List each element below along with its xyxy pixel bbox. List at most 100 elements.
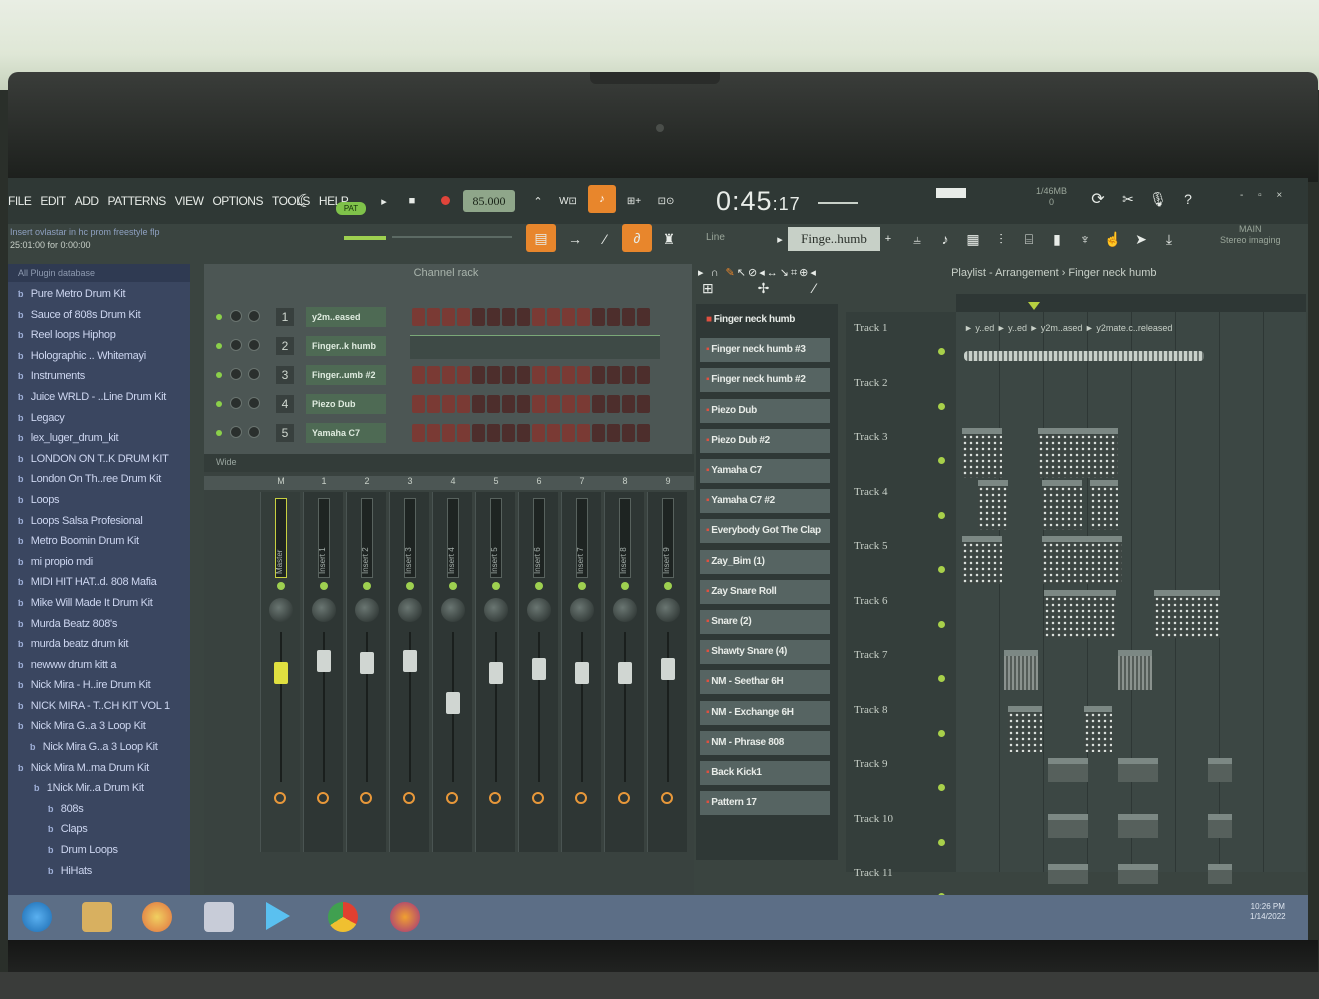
step-button[interactable] (532, 395, 545, 413)
track-mute-led[interactable] (938, 348, 945, 355)
menu-item-add[interactable]: ADD (75, 194, 99, 208)
track-enable-led[interactable] (406, 582, 414, 590)
track-enable-led[interactable] (449, 582, 457, 590)
step-button[interactable] (547, 308, 560, 326)
step-button[interactable] (547, 424, 560, 442)
menu-item-edit[interactable]: EDIT (40, 194, 66, 208)
step-button[interactable] (547, 395, 560, 413)
playhead-marker[interactable] (1028, 302, 1040, 310)
browser-item[interactable]: ƅ Metro Boomin Drum Kit (18, 531, 190, 552)
pattern-mode-icon[interactable]: ▤ (526, 224, 556, 252)
step-button[interactable] (487, 308, 500, 326)
browser-item[interactable]: ƅ Loops Salsa Profesional (18, 511, 190, 532)
mixer-track[interactable]: 5 Insert 5 (475, 476, 515, 852)
pattern-item[interactable]: ▪ NM - Phrase 808 (700, 730, 830, 755)
ie-icon[interactable] (22, 902, 52, 932)
browser-item[interactable]: ƅ Nick Mira M..ma Drum Kit (18, 758, 190, 779)
step-button[interactable] (442, 424, 455, 442)
channel-pan-knob[interactable] (230, 339, 242, 351)
mixer-track[interactable]: 9 Insert 9 (647, 476, 687, 852)
mixer-track[interactable]: 1 Insert 1 (303, 476, 343, 852)
pan-knob[interactable] (656, 598, 680, 622)
channel-row[interactable]: 1 y2m..eased (204, 304, 692, 333)
pattern-clip[interactable] (1154, 590, 1220, 638)
fx-send-icon[interactable] (661, 792, 673, 804)
step-button[interactable] (577, 308, 590, 326)
step-button[interactable] (502, 395, 515, 413)
step-button[interactable] (457, 395, 470, 413)
step-button[interactable] (517, 424, 530, 442)
track-enable-led[interactable] (664, 582, 672, 590)
pattern-clip[interactable] (1118, 864, 1158, 884)
step-edit-icon[interactable]: ⊞+ (622, 190, 646, 212)
volume-fader[interactable] (446, 692, 460, 714)
pan-knob[interactable] (570, 598, 594, 622)
browser-item[interactable]: ƅ Drum Loops (18, 840, 190, 861)
step-button[interactable] (622, 308, 635, 326)
pan-knob[interactable] (312, 598, 336, 622)
channel-name-button[interactable]: Finger..umb #2 (306, 365, 386, 385)
track-label[interactable]: Track 2 (854, 377, 944, 389)
step-button[interactable] (607, 366, 620, 384)
step-button[interactable] (637, 424, 650, 442)
step-button[interactable] (427, 308, 440, 326)
browser-item[interactable]: ƅ Legacy (18, 408, 190, 429)
step-button[interactable] (607, 308, 620, 326)
step-button[interactable] (517, 366, 530, 384)
pattern-clip[interactable] (1208, 814, 1232, 838)
pattern-clip[interactable] (1208, 758, 1232, 782)
pattern-item[interactable]: ▪ Piezo Dub #2 (700, 428, 830, 453)
loop-record-icon[interactable]: ⊡⊙ (654, 190, 678, 212)
playlist-tools[interactable]: ▸ ∩ ✎↖⊘◂↔↘⌗⊕◂ (698, 264, 948, 282)
channel-pan-knob[interactable] (230, 426, 242, 438)
refresh-icon[interactable]: ⟳ (1088, 188, 1108, 210)
pan-knob[interactable] (398, 598, 422, 622)
track-label[interactable]: Track 10 (854, 813, 944, 825)
pan-knob[interactable] (484, 598, 508, 622)
step-button[interactable] (517, 308, 530, 326)
browser-item[interactable]: ƅ mi propio mdi (18, 552, 190, 573)
plugin-icon[interactable]: ♆ (1072, 226, 1098, 252)
volume-fader[interactable] (274, 662, 288, 684)
download-icon[interactable]: ⤓ (1156, 226, 1182, 252)
pattern-clip[interactable] (1118, 758, 1158, 782)
step-button[interactable] (592, 395, 605, 413)
channel-volume-knob[interactable] (248, 368, 260, 380)
track-enable-led[interactable] (320, 582, 328, 590)
mixer-track[interactable]: 2 Insert 2 (346, 476, 386, 852)
browser-item[interactable]: ƅ 808s (18, 799, 190, 820)
master-pitch-slider[interactable] (392, 236, 512, 238)
track-mute-led[interactable] (938, 620, 945, 628)
volume-fader[interactable] (317, 650, 331, 672)
track-label[interactable]: Track 7 (854, 649, 944, 661)
fx-send-icon[interactable] (403, 792, 415, 804)
step-button[interactable] (427, 424, 440, 442)
step-button[interactable] (427, 366, 440, 384)
step-button[interactable] (592, 366, 605, 384)
mixer-view-mode[interactable]: Wide (216, 457, 237, 467)
channel-row[interactable]: 3 Finger..umb #2 (204, 362, 692, 391)
browser-item[interactable]: ƅ London On Th..ree Drum Kit (18, 469, 190, 490)
menu-item-options[interactable]: OPTIONS (212, 194, 263, 208)
channel-volume-knob[interactable] (248, 426, 260, 438)
step-button[interactable] (502, 308, 515, 326)
browser-item[interactable]: ƅ HiHats (18, 861, 190, 882)
track-mute-led[interactable] (938, 457, 945, 464)
step-button[interactable] (577, 424, 590, 442)
channel-mixer-track[interactable]: 5 (276, 424, 294, 442)
timeline-ruler[interactable] (956, 294, 1306, 312)
track-enable-led[interactable] (492, 582, 500, 590)
pattern-item[interactable]: ▪ Finger neck humb #3 (700, 338, 830, 363)
step-button[interactable] (472, 366, 485, 384)
track-mute-led[interactable] (938, 729, 945, 737)
audio-clip[interactable] (964, 351, 1204, 361)
step-button[interactable] (412, 308, 425, 326)
mixer-track[interactable]: 3 Insert 3 (389, 476, 429, 852)
firefox-icon[interactable] (390, 902, 420, 932)
pattern-item[interactable]: ▪ Back Kick1 (700, 761, 830, 785)
cut-icon[interactable]: ✂ (1118, 188, 1138, 210)
channel-rack-icon[interactable]: ▦ (960, 226, 986, 252)
browser-item[interactable]: ƅ NICK MIRA - T..CH KIT VOL 1 (18, 696, 190, 717)
fx-send-icon[interactable] (489, 792, 501, 804)
step-button[interactable] (562, 366, 575, 384)
